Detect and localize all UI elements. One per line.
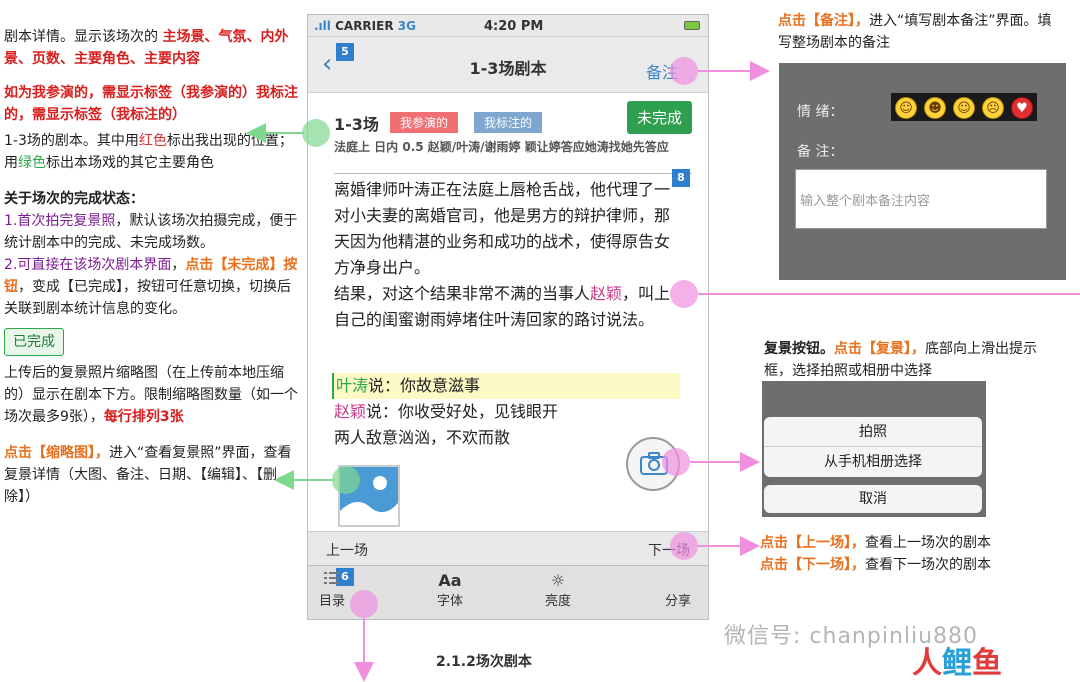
dialog-line-1: 叶涛说：你故意滋事 (332, 373, 680, 399)
incomplete-button[interactable]: 未完成 (626, 101, 692, 134)
from-album-button[interactable]: 从手机相册选择 (764, 447, 982, 477)
photo-thumbnail[interactable] (338, 465, 400, 527)
photo-action-sheet: 拍照 从手机相册选择 取消 (762, 381, 986, 517)
note-status-2: 2.可直接在该场次剧本界面，点击【未完成】按钮，变成【已完成】，按钮可任意切换，… (4, 257, 298, 317)
take-photo-button[interactable]: 拍照 (764, 417, 982, 447)
next-scene-button[interactable]: 下一场 (648, 540, 690, 560)
camera-button[interactable] (626, 437, 680, 491)
photo-annotation: 复景按钮。点击【复景】，底部向上滑出提示框，选择拍照或相册中选择 (764, 341, 1037, 379)
sun-icon: ☼ (550, 571, 566, 590)
tab-brightness[interactable]: ☼ 亮度 (528, 566, 588, 620)
image-icon (340, 467, 398, 525)
sad-icon[interactable]: ☹ (982, 97, 1004, 119)
tab-catalog[interactable]: 目录 (302, 566, 362, 620)
note-scene-detail: 剧本详情。显示该场次的 主场景、气氛、内外景、页数、主要角色、主要内容 (4, 29, 289, 67)
font-icon: Aa (438, 571, 462, 590)
clock: 4:20 PM (484, 19, 544, 34)
share-icon (648, 566, 708, 594)
dialog-line-2: 赵颖说：你收受好处，见钱眼开 (334, 402, 559, 421)
done-chip: 已完成 (4, 328, 64, 356)
figure-caption: 2.1.2场次剧本 (436, 654, 532, 670)
note-label: 备 注： (797, 144, 844, 160)
dialog-line-3: 两人敌意汹汹，不欢而散 (334, 428, 511, 447)
note-thumbnails: 上传后的复景照片缩略图（在上传前本地压缩的）显示在剧本下方。限制缩略图数量（如一… (4, 365, 298, 425)
mood-label: 情 绪： (797, 104, 844, 120)
scene-pager: 上一场 下一场 (308, 531, 708, 565)
note-status-1: 1.首次拍完复景照，默认该场次拍摄完成，便于统计剧本中的完成、未完成场数。 (4, 213, 298, 251)
laugh-icon[interactable]: ☻ (924, 97, 946, 119)
scene-meta: 法庭上 日内 0.5 赵颖/叶涛/谢雨婷 颖让婷答应她涛找她先答应 (334, 140, 669, 154)
tag-marked: 我标注的 (474, 112, 543, 133)
divider (334, 173, 692, 174)
camera-icon (640, 452, 668, 475)
pager-annotation: 点击【上一场】，查看上一场次的剧本 点击【下一场】，查看下一场次的剧本 (760, 535, 991, 573)
surprised-icon[interactable]: ☺ (953, 97, 975, 119)
note-status-title: 关于场次的完成状态： (4, 191, 144, 207)
smile-icon[interactable]: ☺ (895, 97, 917, 119)
tab-font[interactable]: Aa 字体 (420, 566, 480, 620)
note-input[interactable]: 输入整个剧本备注内容 (795, 169, 1047, 229)
note-annotation: 点击【备注】，进入“填写剧本备注”界面。填写整场剧本的备注 (778, 13, 1052, 51)
prev-scene-button[interactable]: 上一场 (326, 540, 368, 560)
tag-mine: 我参演的 (390, 112, 459, 133)
note-color-markup: 1-3场的剧本。其中用红色标出我出现的位置；用绿色标出本场戏的其它主要角色 (4, 133, 293, 171)
battery-icon (684, 21, 700, 30)
note-tags: 如为我参演的，需显示标签（我参演的）我标注的，需显示标签（我标注的） (4, 85, 298, 123)
heart-icon[interactable]: ♥ (1011, 97, 1033, 119)
cancel-button[interactable]: 取消 (764, 485, 982, 513)
list-icon (302, 566, 362, 594)
script-body: 离婚律师叶涛正在法庭上唇枪舌战，他代理了一对小夫妻的离婚官司，他是男方的辩护律师… (334, 180, 671, 329)
left-annotations: 剧本详情。显示该场次的 主场景、气氛、内外景、页数、主要角色、主要内容 如为我参… (4, 26, 304, 508)
scene-number: 1-3场 (334, 115, 379, 134)
note-button[interactable]: 备注 (646, 59, 678, 83)
nav-bar: ‹ 5 1-3场剧本 备注 (308, 37, 708, 93)
status-bar: .ıll CARRIER 3G 4:20 PM (308, 15, 708, 37)
note-panel: 情 绪： ☺ ☻ ☺ ☹ ♥ 备 注： 输入整个剧本备注内容 (779, 63, 1066, 280)
brand-logo: 人鲤鱼 (912, 646, 1002, 681)
note-thumb-click: 点击【缩略图】，进入“查看复景照”界面，查看复景详情（大图、备注、日期、【编辑】… (4, 445, 292, 505)
carrier-label: .ıll CARRIER 3G (314, 19, 416, 33)
tab-share[interactable]: 分享 (648, 566, 708, 620)
tab-bar: 6 目录 Aa 字体 ☼ 亮度 分享 (308, 565, 708, 619)
phone-mockup: .ıll CARRIER 3G 4:20 PM ‹ 5 1-3场剧本 备注 1-… (307, 14, 709, 620)
